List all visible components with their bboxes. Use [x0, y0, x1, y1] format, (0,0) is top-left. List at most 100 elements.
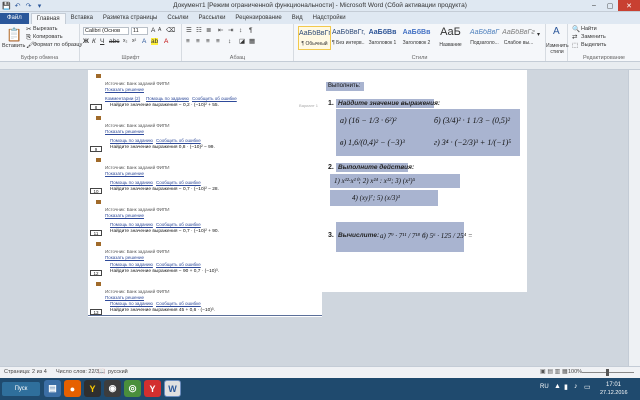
strikethrough-icon[interactable]: abc: [109, 38, 119, 45]
tray-up-arrow-icon[interactable]: ▲: [554, 383, 561, 390]
report-error-link[interactable]: Сообщить об ошибке: [156, 301, 201, 306]
numbering-icon[interactable]: ☷: [196, 27, 202, 34]
bullets-icon[interactable]: ☰: [186, 27, 192, 34]
style-heading-2[interactable]: АаБбВв Заголовок 2: [400, 26, 433, 50]
superscript-icon[interactable]: x²: [132, 38, 136, 45]
multilevel-icon[interactable]: ≣: [206, 27, 211, 34]
help-link[interactable]: Помощь по заданию: [110, 262, 153, 267]
report-error-link[interactable]: Сообщить об ошибке: [192, 96, 237, 101]
spellcheck-icon[interactable]: 📖: [98, 368, 105, 375]
clock-time[interactable]: 17:01: [606, 382, 621, 388]
format-painter-button[interactable]: Формат по образцу: [33, 42, 82, 48]
align-center-icon[interactable]: ≡: [196, 38, 200, 45]
tab-view[interactable]: Вид: [287, 13, 308, 24]
tab-mailings[interactable]: Рассылки: [193, 13, 230, 24]
shading-icon[interactable]: ◪: [239, 38, 245, 45]
style-no-spacing[interactable]: АаБбВвГг, ¶ Без интерв...: [332, 26, 365, 50]
highlight-icon[interactable]: ab: [151, 38, 159, 45]
document-page-right[interactable]: Выполнить: 1. Найдите значение выражения…: [322, 70, 527, 292]
volume-icon[interactable]: ♪: [574, 383, 578, 390]
minimize-button[interactable]: –: [586, 0, 602, 11]
zoom-slider-thumb[interactable]: [606, 369, 609, 376]
style-subtle-emphasis[interactable]: АаБбВвГг Слабое вы...: [502, 26, 535, 50]
select-button[interactable]: Выделить: [581, 42, 606, 48]
show-marks-icon[interactable]: ¶: [249, 27, 253, 34]
clock-date[interactable]: 27.12.2016: [600, 390, 628, 396]
yandex-y-icon[interactable]: Y: [144, 380, 161, 397]
show-solution-link[interactable]: Показать решение: [105, 255, 144, 260]
cut-icon[interactable]: ✂: [26, 26, 31, 33]
change-styles-icon[interactable]: A: [553, 27, 560, 37]
tab-home[interactable]: Главная: [30, 13, 66, 24]
show-solution-link[interactable]: Показать решение: [105, 129, 144, 134]
help-link[interactable]: Помощь по заданию: [110, 138, 153, 143]
tab-review[interactable]: Рецензирование: [230, 13, 286, 24]
styles-more-icon[interactable]: ▾: [537, 32, 540, 39]
line-spacing-icon[interactable]: ↕: [228, 38, 231, 45]
customize-qat-icon[interactable]: ▾: [35, 1, 44, 10]
word-count[interactable]: Число слов: 22/38: [56, 369, 102, 375]
maximize-button[interactable]: ▢: [602, 0, 618, 11]
yandex-icon[interactable]: Y: [84, 380, 101, 397]
tab-addins[interactable]: Надстройки: [308, 13, 351, 24]
report-error-link[interactable]: Сообщить об ошибке: [156, 262, 201, 267]
language-indicator[interactable]: RU: [540, 384, 549, 390]
vertical-scrollbar[interactable]: [628, 70, 640, 366]
document-page-left[interactable]: Источник: Банк заданий ФИПИ Показать реш…: [88, 70, 322, 317]
show-solution-link[interactable]: Показать решение: [105, 295, 144, 300]
shrink-font-icon[interactable]: A: [158, 27, 161, 34]
text-effects-icon[interactable]: A: [142, 38, 146, 45]
style-subtitle[interactable]: АаБбВвГ Подзаголо...: [468, 26, 501, 50]
help-link[interactable]: Помощь по заданию: [110, 180, 153, 185]
tab-page-layout[interactable]: Разметка страницы: [98, 13, 162, 24]
redo-icon[interactable]: ↷: [24, 1, 33, 10]
firefox-icon[interactable]: ●: [64, 380, 81, 397]
grow-font-icon[interactable]: A: [151, 27, 155, 34]
paste-button[interactable]: Вставить: [2, 43, 25, 49]
view-buttons-icon[interactable]: ▣ ▤ ▥ ▦: [540, 368, 568, 375]
font-color-icon[interactable]: A: [164, 38, 168, 45]
battery-icon[interactable]: ▭: [584, 383, 591, 391]
replace-icon[interactable]: ⇄: [572, 34, 577, 41]
language[interactable]: русский: [108, 369, 128, 375]
report-error-link[interactable]: Сообщить об ошибке: [156, 222, 201, 227]
zoom-level[interactable]: 100%: [568, 369, 582, 375]
tab-references[interactable]: Ссылки: [162, 13, 193, 24]
help-link[interactable]: Помощь по заданию: [110, 301, 153, 306]
undo-icon[interactable]: ↶: [13, 1, 22, 10]
borders-icon[interactable]: ▦: [249, 38, 255, 45]
underline-icon[interactable]: Ч: [100, 38, 104, 45]
show-solution-link[interactable]: Показать решение: [105, 213, 144, 218]
report-error-link[interactable]: Сообщить об ошибке: [156, 180, 201, 185]
horizontal-ruler[interactable]: [0, 62, 640, 70]
replace-button[interactable]: Заменить: [581, 34, 606, 40]
sort-icon[interactable]: ↕: [239, 27, 242, 34]
help-link[interactable]: Помощь по заданию: [146, 96, 189, 101]
copy-icon[interactable]: ⎘: [26, 34, 31, 41]
style-title[interactable]: АаБ Название: [434, 26, 467, 50]
decrease-indent-icon[interactable]: ⇤: [218, 27, 223, 34]
save-icon[interactable]: 💾: [2, 1, 11, 10]
word-icon[interactable]: W: [164, 380, 181, 397]
clear-format-icon[interactable]: ⌫: [166, 27, 175, 34]
chrome-icon[interactable]: ◎: [124, 380, 141, 397]
tab-file[interactable]: Файл: [0, 13, 29, 24]
start-button[interactable]: Пуск: [2, 382, 40, 396]
align-right-icon[interactable]: ≡: [206, 38, 210, 45]
find-icon[interactable]: 🔍: [572, 26, 580, 33]
change-styles-button[interactable]: Изменить стили: [546, 43, 569, 55]
subscript-icon[interactable]: x₂: [123, 38, 127, 45]
select-icon[interactable]: ⬚: [572, 42, 578, 49]
align-left-icon[interactable]: ≡: [186, 38, 190, 45]
paste-icon[interactable]: 📋: [6, 28, 22, 41]
cut-button[interactable]: Вырезать: [33, 26, 57, 32]
comments-link[interactable]: Комментарии (2): [105, 96, 140, 101]
page-count[interactable]: Страница: 2 из 4: [4, 369, 47, 375]
report-error-link[interactable]: Сообщить об ошибке: [156, 138, 201, 143]
show-solution-link[interactable]: Показать решение: [105, 87, 144, 92]
explorer-icon[interactable]: ▤: [44, 380, 61, 397]
style-heading-1[interactable]: АаБбВв Заголовок 1: [366, 26, 399, 50]
bold-icon[interactable]: Ж: [83, 38, 89, 45]
font-name-select[interactable]: Calibri (Основ: [83, 27, 129, 35]
find-button[interactable]: Найти: [581, 26, 597, 32]
